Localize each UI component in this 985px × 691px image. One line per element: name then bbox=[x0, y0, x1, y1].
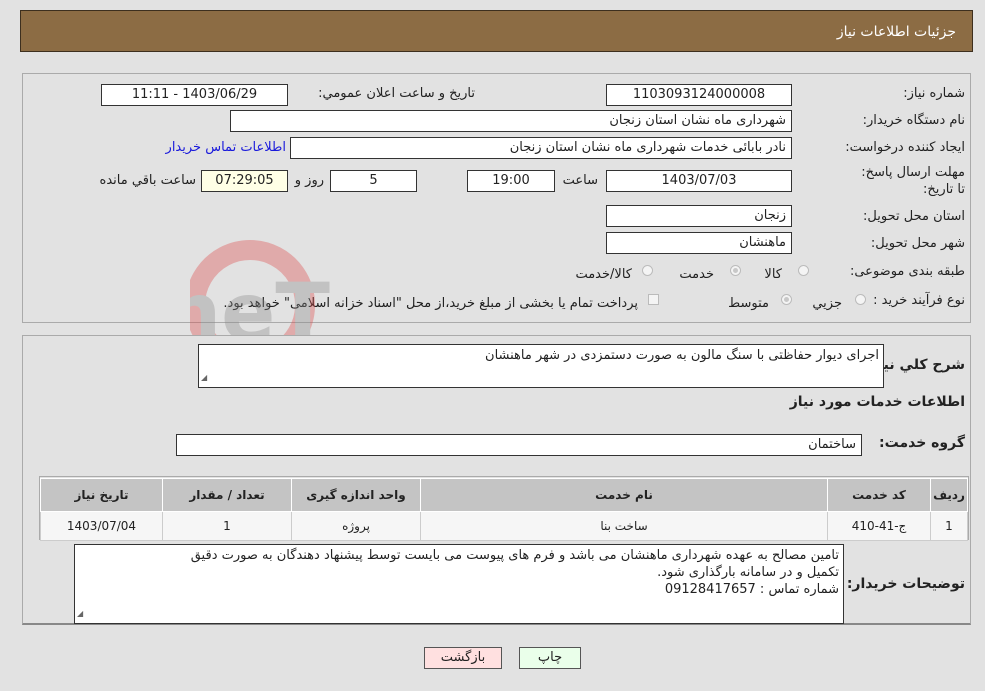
category-option-goods: کالا bbox=[764, 267, 782, 282]
process-option-minor: جزيي bbox=[812, 296, 842, 311]
buyer-contact-link[interactable]: اطلاعات تماس خریدار bbox=[166, 140, 286, 155]
cell-service-name: ساخت بنا bbox=[420, 511, 828, 541]
treasury-checkbox[interactable] bbox=[648, 294, 659, 305]
process-radio-medium[interactable] bbox=[781, 294, 792, 305]
services-table: ردیف کد خدمت نام خدمت واحد اندازه گیری ت… bbox=[40, 478, 968, 541]
treasury-checkbox-label: پرداخت تمام یا بخشی از مبلغ خرید،از محل … bbox=[223, 296, 638, 311]
col-unit: واحد اندازه گیری bbox=[291, 478, 421, 512]
category-option-goods-service: کالا/خدمت bbox=[575, 267, 632, 282]
province-field: زنجان bbox=[606, 205, 792, 227]
deadline-time-label: ساعت bbox=[562, 173, 598, 188]
cell-need-date: 1403/07/04 bbox=[40, 511, 163, 541]
details-panel: شماره نیاز: 1103093124000008 تاریخ و ساع… bbox=[22, 73, 971, 323]
buyer-notes-line: تامین مصالح به عهده شهرداری ماهنشان می ب… bbox=[190, 548, 839, 563]
deadline-time-field: 19:00 bbox=[467, 170, 555, 192]
buyer-notes-line: شماره تماس : 09128417657 bbox=[664, 582, 839, 597]
print-button[interactable]: چاپ bbox=[519, 647, 581, 669]
cell-quantity: 1 bbox=[162, 511, 292, 541]
services-panel: شرح کلي نیاز: اجرای دیوار حفاظتی با سنگ … bbox=[22, 335, 971, 625]
days-remaining-field: 5 bbox=[330, 170, 417, 192]
process-radio-minor[interactable] bbox=[855, 294, 866, 305]
city-field: ماهنشان bbox=[606, 232, 792, 254]
remaining-time-field: 07:29:05 bbox=[201, 170, 288, 192]
remaining-time-label: ساعت باقي مانده bbox=[99, 173, 196, 188]
cell-row: 1 bbox=[930, 511, 968, 541]
announce-field: 1403/06/29 - 11:11 bbox=[101, 84, 288, 106]
creator-field: نادر بابائی خدمات شهرداری ماه نشان استان… bbox=[290, 137, 792, 159]
col-row: ردیف bbox=[930, 478, 968, 512]
category-radio-service[interactable] bbox=[730, 265, 741, 276]
service-group-field: ساختمان bbox=[176, 434, 862, 456]
resize-grip-icon[interactable]: ◢ bbox=[201, 369, 207, 386]
category-option-service: خدمت bbox=[679, 267, 714, 282]
col-service-name: نام خدمت bbox=[420, 478, 828, 512]
col-need-date: تاریخ نیاز bbox=[40, 478, 163, 512]
need-number-field: 1103093124000008 bbox=[606, 84, 792, 106]
deadline-label: مهلت ارسال پاسخ: تا تاریخ: bbox=[861, 165, 965, 197]
creator-label: ایجاد کننده درخواست: bbox=[845, 140, 965, 155]
days-label: روز و bbox=[294, 173, 324, 188]
col-service-code: کد خدمت bbox=[827, 478, 931, 512]
table-header-row: ردیف کد خدمت نام خدمت واحد اندازه گیری ت… bbox=[40, 478, 968, 512]
process-label: نوع فرآیند خرید : bbox=[873, 293, 965, 308]
announce-label: تاریخ و ساعت اعلان عمومي: bbox=[318, 86, 475, 101]
services-section-title: اطلاعات خدمات مورد نیاز bbox=[789, 394, 965, 410]
province-label: استان محل تحویل: bbox=[863, 209, 965, 224]
resize-grip-icon[interactable]: ◢ bbox=[77, 605, 83, 622]
back-button[interactable]: بازگشت bbox=[424, 647, 502, 669]
page-header: جزئیات اطلاعات نیاز bbox=[20, 10, 973, 52]
description-text: اجرای دیوار حفاظتی با سنگ مالون به صورت … bbox=[485, 348, 879, 363]
table-row: 1 ج-41-410 ساخت بنا پروژه 1 1403/07/04 bbox=[40, 511, 968, 541]
category-label: طبقه بندی موضوعی: bbox=[849, 264, 965, 279]
buyer-notes-line: تکمیل و در سامانه بارگذاری شود. bbox=[657, 565, 839, 580]
col-quantity: تعداد / مقدار bbox=[162, 478, 292, 512]
cell-unit: پروژه bbox=[291, 511, 421, 541]
deadline-date-field: 1403/07/03 bbox=[606, 170, 792, 192]
process-option-medium: متوسط bbox=[728, 296, 769, 311]
buyer-notes-textarea[interactable]: تامین مصالح به عهده شهرداری ماهنشان می ب… bbox=[74, 544, 844, 624]
buyer-org-label: نام دستگاه خریدار: bbox=[862, 113, 965, 128]
buyer-notes-label: توضیحات خریدار: bbox=[846, 576, 965, 592]
category-radio-goods-service[interactable] bbox=[642, 265, 653, 276]
need-number-label: شماره نیاز: bbox=[903, 86, 965, 101]
buyer-org-field: شهرداری ماه نشان استان زنجان bbox=[230, 110, 792, 132]
category-radio-goods[interactable] bbox=[798, 265, 809, 276]
page-title: جزئیات اطلاعات نیاز bbox=[836, 24, 956, 40]
service-group-label: گروه خدمت: bbox=[879, 435, 965, 451]
description-textarea[interactable]: اجرای دیوار حفاظتی با سنگ مالون به صورت … bbox=[198, 344, 884, 388]
cell-service-code: ج-41-410 bbox=[827, 511, 931, 541]
city-label: شهر محل تحویل: bbox=[870, 236, 965, 251]
